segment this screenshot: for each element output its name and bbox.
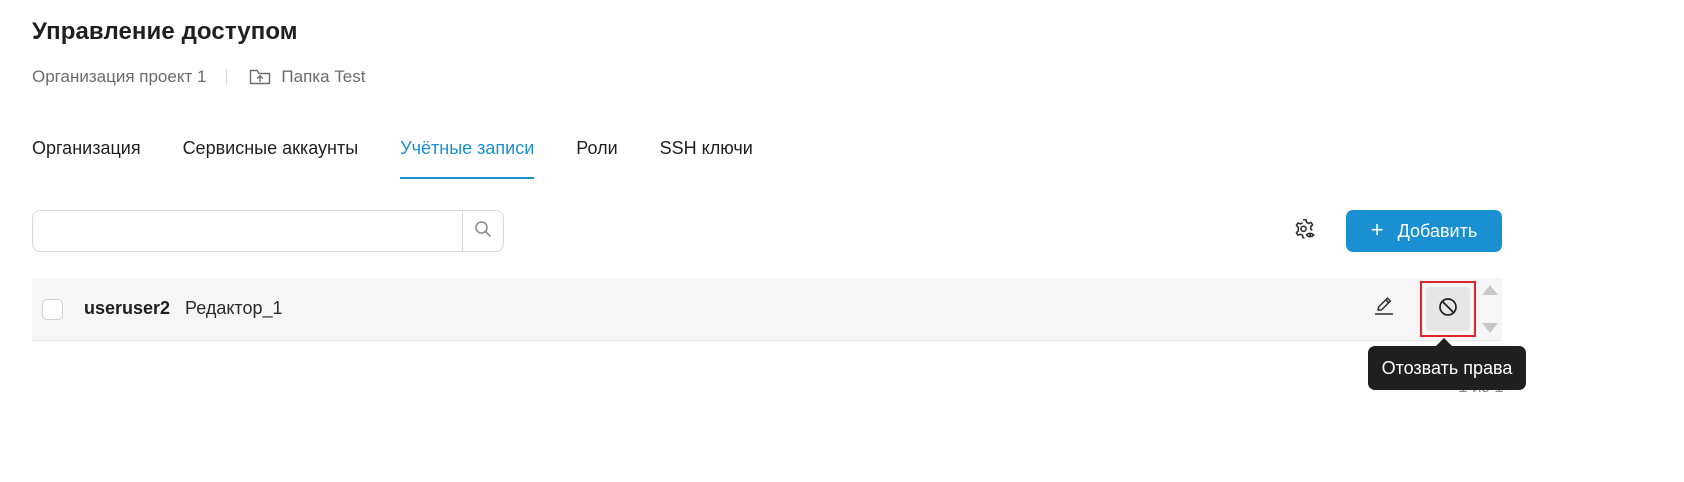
tooltip: Отозвать права <box>1368 338 1526 390</box>
tab-organization[interactable]: Организация <box>32 134 141 179</box>
search-input[interactable] <box>33 211 462 251</box>
breadcrumb-separator <box>226 69 228 85</box>
search-button[interactable] <box>462 211 503 251</box>
tab-user-accounts[interactable]: Учётные записи <box>400 134 535 179</box>
add-button-label: Добавить <box>1397 220 1478 241</box>
breadcrumb-folder[interactable]: Папка Test <box>281 67 365 87</box>
column-settings-button[interactable] <box>1292 218 1318 244</box>
search-icon <box>474 220 492 243</box>
page-title: Управление доступом <box>32 18 298 45</box>
scroll-up-arrow[interactable] <box>1482 285 1498 295</box>
row-role-name: Редактор_1 <box>185 298 283 318</box>
tab-service-accounts[interactable]: Сервисные аккаунты <box>183 134 359 179</box>
search-box <box>32 210 504 252</box>
edit-button[interactable] <box>1372 296 1396 320</box>
scroll-down-arrow[interactable] <box>1482 323 1498 333</box>
block-icon <box>1437 296 1459 323</box>
breadcrumb: Организация проект 1 Папка Test <box>32 66 365 88</box>
plus-icon: + <box>1370 217 1384 242</box>
row-user-name: useruser2 <box>84 298 171 318</box>
tab-bar: Организация Сервисные аккаунты Учётные з… <box>32 134 795 180</box>
breadcrumb-organization[interactable]: Организация проект 1 <box>32 67 206 87</box>
pencil-icon <box>1373 295 1395 322</box>
tab-roles[interactable]: Роли <box>576 134 617 179</box>
row-checkbox[interactable] <box>42 299 63 320</box>
add-button[interactable]: + Добавить <box>1346 210 1502 252</box>
tab-ssh-keys[interactable]: SSH ключи <box>660 134 753 179</box>
table-row[interactable]: useruser2 Редактор_1 <box>32 278 1502 341</box>
folder-upload-icon <box>249 68 271 86</box>
revoke-button[interactable] <box>1426 287 1470 331</box>
gear-eye-icon <box>1294 218 1316 245</box>
